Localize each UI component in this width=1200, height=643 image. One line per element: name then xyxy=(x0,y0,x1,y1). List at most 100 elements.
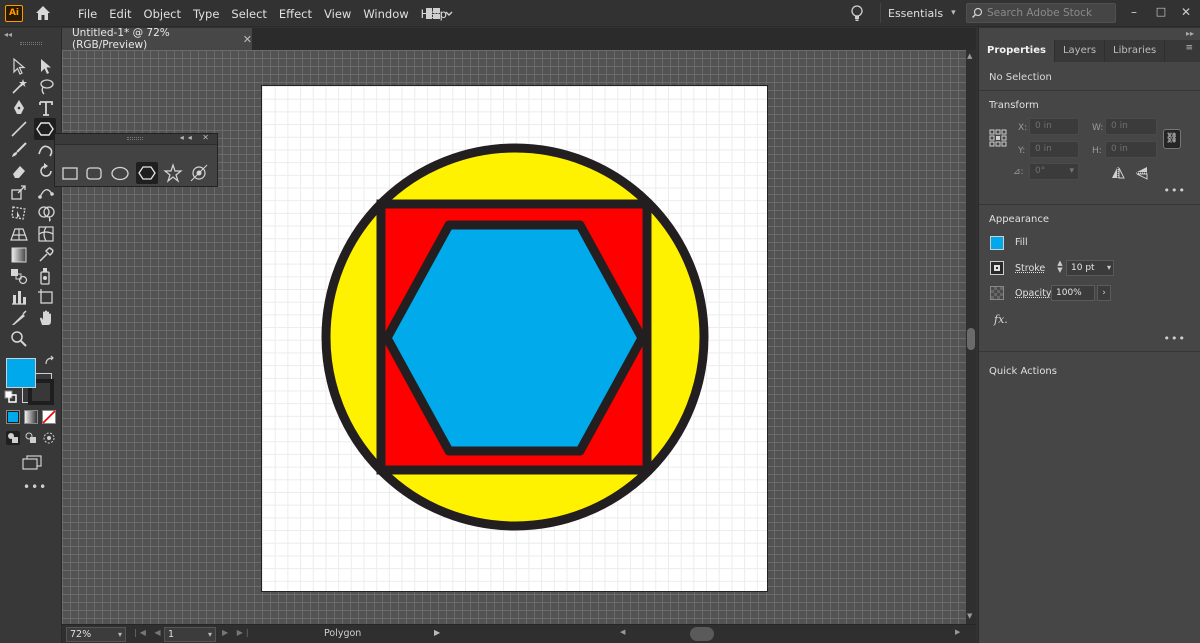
menu-effect[interactable]: Effect xyxy=(273,7,318,21)
shape-builder-tool-icon[interactable] xyxy=(36,203,56,223)
opacity-icon[interactable] xyxy=(990,286,1004,300)
rounded-rectangle-tool-icon[interactable] xyxy=(83,162,105,184)
tab-properties[interactable]: Properties xyxy=(979,40,1055,62)
draw-behind-icon[interactable] xyxy=(24,431,38,445)
workspace-switcher[interactable]: Essentials ▾ xyxy=(880,3,958,23)
line-tool-icon[interactable] xyxy=(9,119,29,139)
color-mode-button[interactable] xyxy=(6,410,20,424)
collapse-panels-icon[interactable]: ▸▸ xyxy=(1186,29,1194,38)
menu-type[interactable]: Type xyxy=(187,7,225,21)
y-field[interactable]: 0 in xyxy=(1029,141,1079,158)
default-fill-stroke-icon[interactable] xyxy=(4,390,18,404)
scale-tool-icon[interactable] xyxy=(9,182,29,202)
menu-object[interactable]: Object xyxy=(138,7,187,21)
tab-libraries[interactable]: Libraries xyxy=(1105,40,1166,62)
stroke-weight-field[interactable]: 10 pt ▾ xyxy=(1066,260,1114,276)
toolbar-grip[interactable] xyxy=(20,42,42,45)
menu-window[interactable]: Window xyxy=(357,7,414,21)
reference-point-icon[interactable] xyxy=(989,129,1007,147)
symbol-sprayer-tool-icon[interactable] xyxy=(36,266,56,286)
rectangle-tool-icon[interactable] xyxy=(59,162,81,184)
artboard-number-field[interactable]: 1 ▾ xyxy=(164,627,216,642)
edit-toolbar-icon[interactable]: ••• xyxy=(23,480,47,494)
next-last-artboard-icon[interactable]: ▶ ▶| xyxy=(222,628,252,637)
flyout-grip[interactable] xyxy=(127,137,143,140)
swap-fill-stroke-icon[interactable] xyxy=(43,354,57,368)
maximize-button[interactable]: □ xyxy=(1151,3,1171,21)
zoom-level-field[interactable]: 72% ▾ xyxy=(66,627,126,642)
document-tab[interactable]: Untitled-1* @ 72% (RGB/Preview) ✕ xyxy=(62,27,252,51)
h-field[interactable]: 0 in xyxy=(1105,141,1157,158)
artboard-tool-icon[interactable] xyxy=(36,287,56,307)
paintbrush-tool-icon[interactable] xyxy=(9,140,29,160)
first-prev-artboard-icon[interactable]: |◀ ◀ xyxy=(134,628,164,637)
arrange-documents-icon[interactable] xyxy=(424,5,460,22)
x-field[interactable]: 0 in xyxy=(1029,118,1079,135)
appearance-more-options-icon[interactable]: ••• xyxy=(1164,332,1186,345)
ellipse-tool-icon[interactable] xyxy=(109,162,131,184)
status-menu-icon[interactable]: ▶ xyxy=(434,628,440,637)
column-graph-tool-icon[interactable] xyxy=(9,287,29,307)
rotate-angle-field[interactable]: 0° ▾ xyxy=(1029,163,1079,180)
appearance-fill-swatch[interactable] xyxy=(990,236,1004,250)
fill-color-swatch[interactable] xyxy=(6,358,36,388)
shaper-tool-icon[interactable] xyxy=(36,140,56,160)
scroll-up-icon[interactable]: ▲ xyxy=(967,52,972,60)
opacity-dropdown-icon[interactable]: › xyxy=(1097,285,1111,301)
zoom-tool-icon[interactable] xyxy=(9,329,29,349)
draw-inside-icon[interactable] xyxy=(42,431,56,445)
flip-vertical-icon[interactable] xyxy=(1136,166,1148,180)
opacity-label[interactable]: Opacity xyxy=(1015,288,1052,299)
close-window-button[interactable]: ✕ xyxy=(1176,3,1196,21)
home-icon[interactable] xyxy=(34,4,52,22)
perspective-grid-tool-icon[interactable] xyxy=(9,224,29,244)
vertical-scrollbar[interactable]: ▲ ▼ xyxy=(966,50,976,624)
hand-tool-icon[interactable] xyxy=(36,308,56,328)
magic-wand-tool-icon[interactable] xyxy=(9,77,29,97)
menu-view[interactable]: View xyxy=(318,7,357,21)
gradient-mode-button[interactable] xyxy=(24,410,38,424)
menu-select[interactable]: Select xyxy=(225,7,272,21)
draw-normal-icon[interactable] xyxy=(6,431,20,445)
scroll-down-icon[interactable]: ▼ xyxy=(967,612,972,620)
transform-more-options-icon[interactable]: ••• xyxy=(1164,184,1186,197)
scroll-left-icon[interactable]: ◀ xyxy=(620,628,625,636)
eyedropper-tool-icon[interactable] xyxy=(36,245,56,265)
puppet-warp-tool-icon[interactable] xyxy=(36,182,56,202)
polygon-flyout-tool-icon[interactable] xyxy=(136,162,158,184)
stroke-label[interactable]: Stroke xyxy=(1015,263,1045,274)
minimize-button[interactable]: – xyxy=(1124,3,1144,21)
none-mode-button[interactable] xyxy=(42,410,56,424)
constrain-proportions-icon[interactable]: ⛓ xyxy=(1163,129,1181,149)
blend-tool-icon[interactable] xyxy=(9,266,29,286)
rotate-tool-icon[interactable] xyxy=(36,161,56,181)
flare-tool-icon[interactable] xyxy=(188,162,210,184)
flyout-header[interactable]: ◂◂ ✕ xyxy=(55,133,217,145)
eraser-tool-icon[interactable] xyxy=(9,161,29,181)
star-tool-icon[interactable] xyxy=(162,162,184,184)
stroke-weight-stepper[interactable]: ▲ ▼ xyxy=(1055,260,1065,276)
adobe-stock-search[interactable]: Search Adobe Stock xyxy=(966,3,1116,23)
screen-mode-icon[interactable] xyxy=(21,454,43,470)
close-tab-icon[interactable]: ✕ xyxy=(243,33,252,46)
opacity-field[interactable]: 100% xyxy=(1051,285,1095,301)
flyout-controls-icon[interactable]: ◂◂ ✕ xyxy=(180,133,213,142)
gradient-tool-icon[interactable] xyxy=(9,245,29,265)
mesh-tool-icon[interactable] xyxy=(36,224,56,244)
flip-horizontal-icon[interactable] xyxy=(1111,167,1125,179)
menu-edit[interactable]: Edit xyxy=(103,7,137,21)
collapse-toolbar-icon[interactable]: ◂◂ xyxy=(4,30,12,39)
type-tool-icon[interactable] xyxy=(36,98,56,118)
menu-file[interactable]: File xyxy=(72,7,103,21)
lasso-tool-icon[interactable] xyxy=(36,77,56,97)
panel-menu-icon[interactable]: ≡ xyxy=(1185,43,1193,53)
pen-tool-icon[interactable] xyxy=(9,98,29,118)
direct-selection-tool-icon[interactable] xyxy=(36,56,56,76)
horizontal-scroll-thumb[interactable] xyxy=(690,627,714,641)
polygon-tool-icon[interactable] xyxy=(34,118,56,140)
scroll-right-icon[interactable]: ▶ xyxy=(955,628,960,636)
free-transform-tool-icon[interactable] xyxy=(9,203,29,223)
tab-layers[interactable]: Layers xyxy=(1055,40,1106,62)
slice-tool-icon[interactable] xyxy=(9,308,29,328)
appearance-stroke-swatch[interactable] xyxy=(990,261,1004,275)
